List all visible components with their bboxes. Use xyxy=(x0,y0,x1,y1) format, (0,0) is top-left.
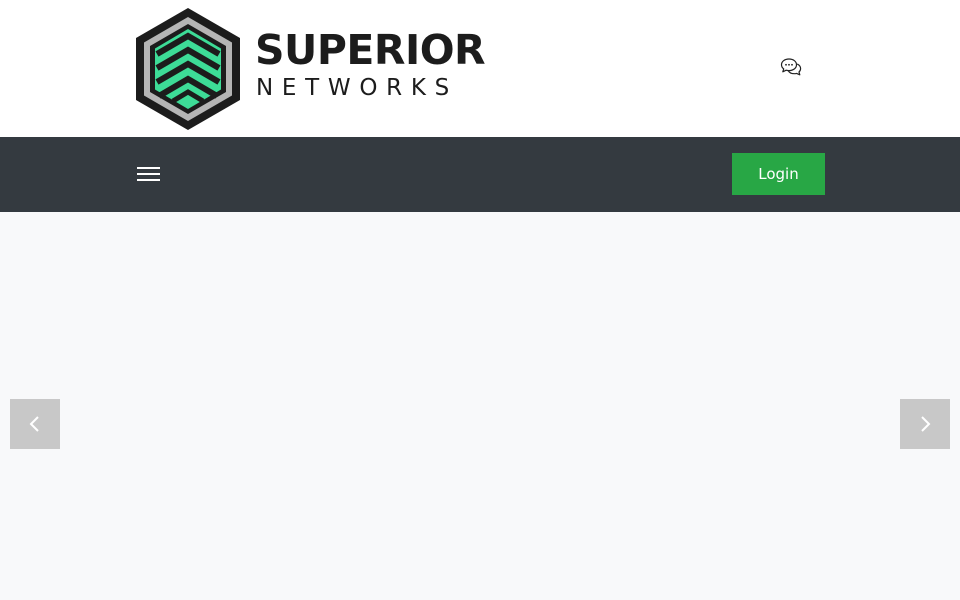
carousel-next-button[interactable] xyxy=(900,399,950,449)
chat-button[interactable] xyxy=(779,56,803,79)
hexagon-chevron-logo-icon xyxy=(136,8,240,130)
carousel-prev-button[interactable] xyxy=(10,399,60,449)
main-navbar: Login xyxy=(0,137,960,212)
site-header: SUPERIOR NETWORKS xyxy=(0,0,960,137)
brand-logo[interactable]: SUPERIOR NETWORKS xyxy=(133,6,486,132)
login-button[interactable]: Login xyxy=(732,153,825,195)
hamburger-menu-icon-bar xyxy=(137,179,160,181)
hamburger-menu-icon xyxy=(137,167,160,169)
chat-bubbles-icon xyxy=(780,58,802,76)
chevron-left-icon xyxy=(29,416,39,432)
chevron-right-icon xyxy=(921,416,931,432)
brand-name-line1: SUPERIOR xyxy=(255,26,486,74)
hero-carousel xyxy=(0,212,960,600)
hamburger-menu-icon-bar xyxy=(137,173,160,175)
hamburger-menu-button[interactable] xyxy=(134,161,164,187)
brand-name-line2: NETWORKS xyxy=(256,75,458,101)
